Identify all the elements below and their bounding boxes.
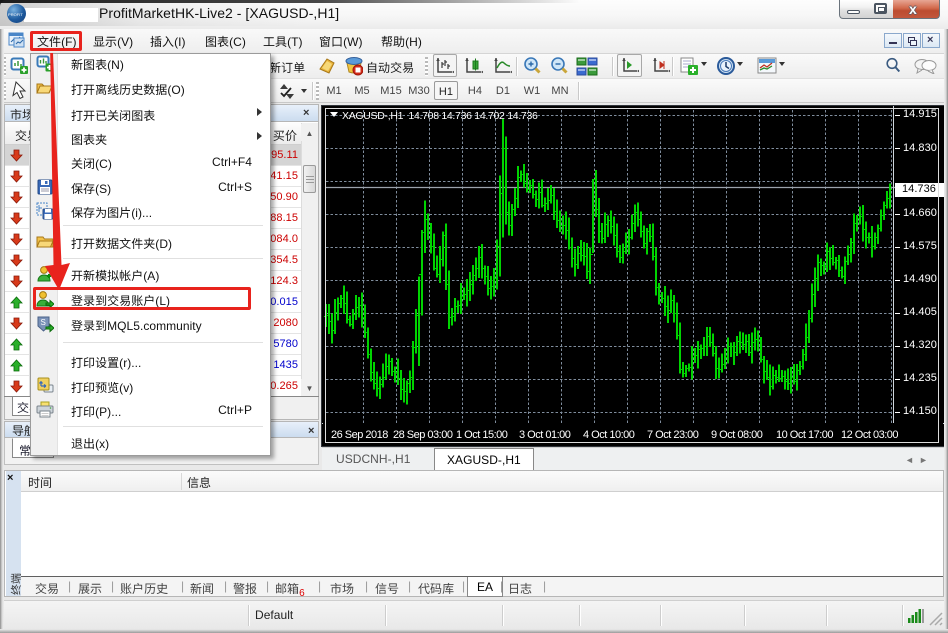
svg-text:S: S — [41, 318, 46, 327]
